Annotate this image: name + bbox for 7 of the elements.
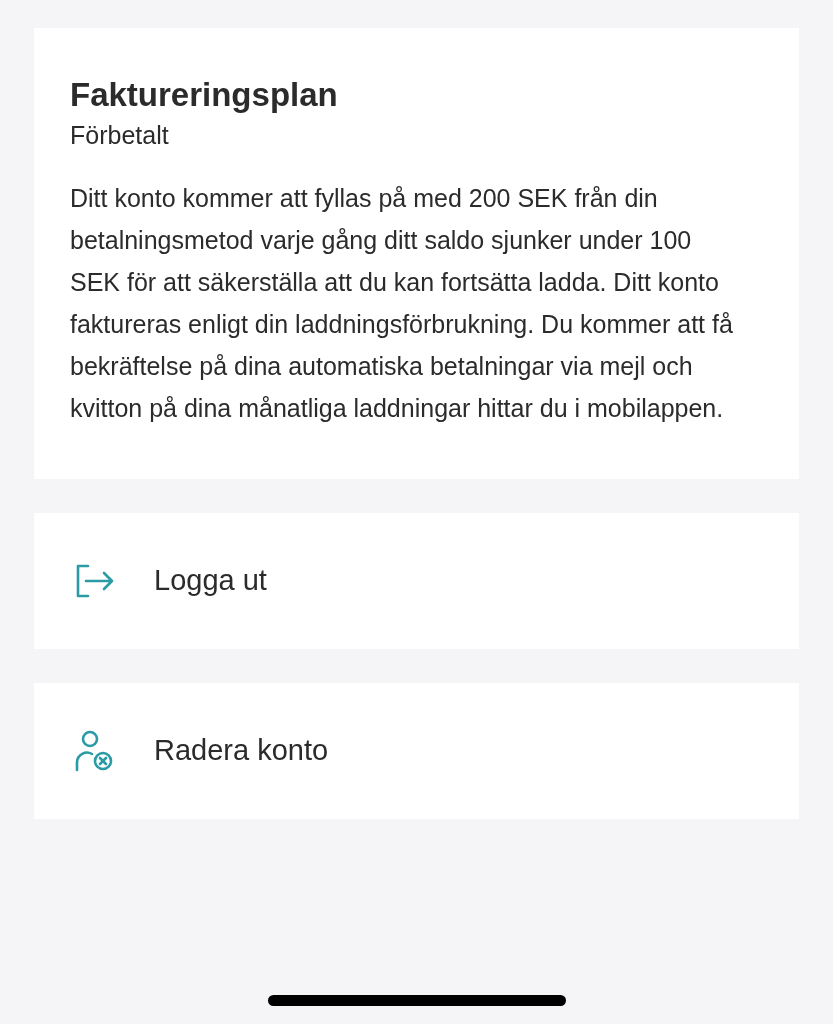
card-subtitle: Förbetalt (70, 120, 170, 152)
action-row[interactable]: Logga ut (34, 512, 799, 649)
plan-description: Ditt konto kommer att fyllas på med 200 SEK från din betalningsmetod varje gång ditt saldo sjunker under 100 SEK för att säkerställa att du kan fortsätta ladda. Ditt konto faktureras enligt din laddningsförbrukning. Du kommer att få bekräftelse på dina automatiska betalningar via mejl och kvitton på dina månatliga laddningar hittar du i mobilappen. (70, 182, 734, 424)
logout-icon (74, 563, 114, 598)
action-row[interactable]: Radera konto (34, 682, 799, 819)
card-title: Faktureringsplan (70, 75, 339, 115)
user-remove-icon (74, 729, 114, 772)
